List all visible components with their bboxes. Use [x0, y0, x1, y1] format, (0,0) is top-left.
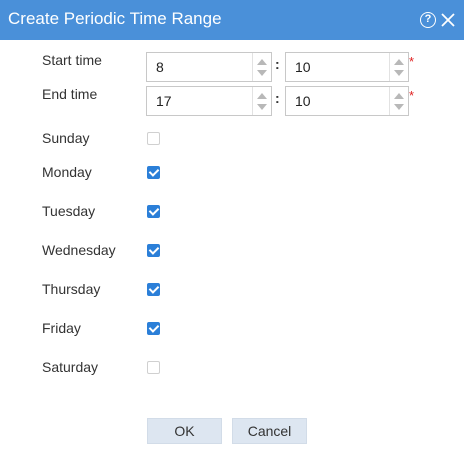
ok-button[interactable]: OK: [147, 418, 222, 444]
end-hour-stepper[interactable]: [252, 87, 271, 115]
day-label-monday: Monday: [42, 164, 92, 180]
increment-arrow-icon[interactable]: [394, 59, 404, 65]
day-label-sunday: Sunday: [42, 130, 90, 146]
day-checkbox-sunday[interactable]: [147, 132, 160, 145]
end-minute-value[interactable]: 10: [295, 93, 311, 109]
dialog-titlebar: Create Periodic Time Range ?: [0, 0, 464, 40]
decrement-arrow-icon[interactable]: [394, 70, 404, 76]
day-label-wednesday: Wednesday: [42, 242, 116, 258]
day-checkbox-tuesday[interactable]: [147, 205, 160, 218]
create-periodic-time-range-dialog: Create Periodic Time Range ? Start time …: [0, 0, 464, 457]
day-label-saturday: Saturday: [42, 359, 99, 375]
start-hour-stepper[interactable]: [252, 53, 271, 81]
decrement-arrow-icon[interactable]: [257, 70, 267, 76]
decrement-arrow-icon[interactable]: [257, 104, 267, 110]
day-label-thursday: Thursday: [42, 281, 101, 297]
start-minute-spinner[interactable]: 10: [285, 52, 409, 82]
end-minute-stepper[interactable]: [389, 87, 408, 115]
required-marker: *: [409, 88, 415, 103]
cancel-button[interactable]: Cancel: [232, 418, 307, 444]
close-icon[interactable]: [440, 11, 456, 29]
day-checkbox-saturday[interactable]: [147, 361, 160, 374]
end-time-label: End time: [42, 86, 98, 102]
day-checkbox-wednesday[interactable]: [147, 244, 160, 257]
increment-arrow-icon[interactable]: [257, 59, 267, 65]
day-label-tuesday: Tuesday: [42, 203, 96, 219]
decrement-arrow-icon[interactable]: [394, 104, 404, 110]
start-hour-value[interactable]: 8: [156, 59, 164, 75]
dialog-title: Create Periodic Time Range: [8, 9, 222, 28]
day-checkbox-monday[interactable]: [147, 166, 160, 179]
increment-arrow-icon[interactable]: [394, 93, 404, 99]
day-checkbox-thursday[interactable]: [147, 283, 160, 296]
time-separator: :: [275, 56, 280, 72]
start-hour-spinner[interactable]: 8: [146, 52, 272, 82]
day-label-friday: Friday: [42, 320, 81, 336]
required-marker: *: [409, 54, 415, 69]
help-icon[interactable]: ?: [420, 12, 436, 28]
start-minute-value[interactable]: 10: [295, 59, 311, 75]
end-hour-value[interactable]: 17: [156, 93, 172, 109]
start-time-label: Start time: [42, 52, 102, 68]
end-hour-spinner[interactable]: 17: [146, 86, 272, 116]
increment-arrow-icon[interactable]: [257, 93, 267, 99]
time-separator: :: [275, 90, 280, 106]
start-minute-stepper[interactable]: [389, 53, 408, 81]
end-minute-spinner[interactable]: 10: [285, 86, 409, 116]
day-checkbox-friday[interactable]: [147, 322, 160, 335]
